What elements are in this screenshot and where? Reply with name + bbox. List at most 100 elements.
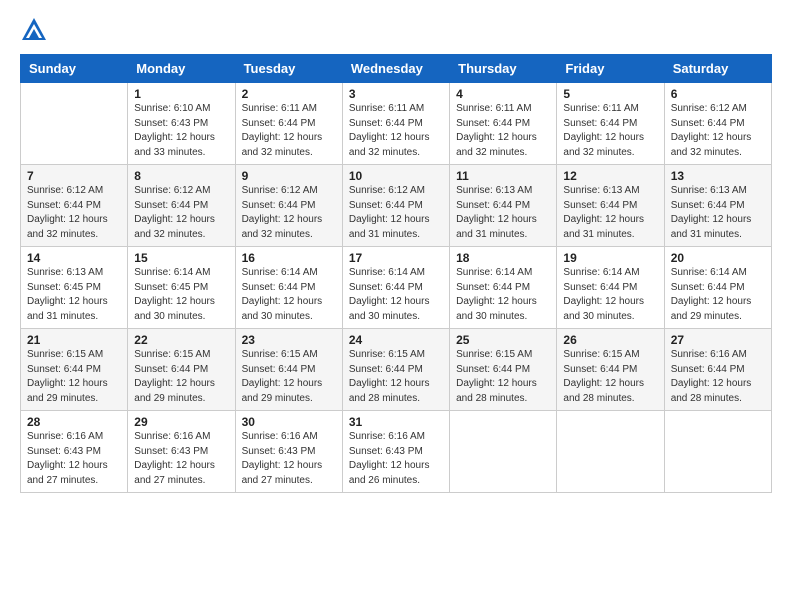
col-sunday: Sunday [21, 55, 128, 83]
calendar-cell: 21Sunrise: 6:15 AM Sunset: 6:44 PM Dayli… [21, 329, 128, 411]
calendar-cell [450, 411, 557, 493]
calendar-cell: 14Sunrise: 6:13 AM Sunset: 6:45 PM Dayli… [21, 247, 128, 329]
col-monday: Monday [128, 55, 235, 83]
calendar-cell: 28Sunrise: 6:16 AM Sunset: 6:43 PM Dayli… [21, 411, 128, 493]
day-number: 1 [134, 87, 228, 101]
day-number: 23 [242, 333, 336, 347]
day-info: Sunrise: 6:14 AM Sunset: 6:44 PM Dayligh… [242, 266, 336, 324]
calendar-cell: 9Sunrise: 6:12 AM Sunset: 6:44 PM Daylig… [235, 165, 342, 247]
day-info: Sunrise: 6:14 AM Sunset: 6:44 PM Dayligh… [671, 266, 765, 324]
day-info: Sunrise: 6:15 AM Sunset: 6:44 PM Dayligh… [242, 348, 336, 406]
calendar-cell: 1Sunrise: 6:10 AM Sunset: 6:43 PM Daylig… [128, 83, 235, 165]
calendar-cell: 17Sunrise: 6:14 AM Sunset: 6:44 PM Dayli… [342, 247, 449, 329]
day-number: 22 [134, 333, 228, 347]
page: Sunday Monday Tuesday Wednesday Thursday… [0, 0, 792, 612]
day-number: 19 [563, 251, 657, 265]
day-info: Sunrise: 6:15 AM Sunset: 6:44 PM Dayligh… [563, 348, 657, 406]
week-row-4: 21Sunrise: 6:15 AM Sunset: 6:44 PM Dayli… [21, 329, 772, 411]
day-number: 20 [671, 251, 765, 265]
col-wednesday: Wednesday [342, 55, 449, 83]
day-number: 10 [349, 169, 443, 183]
day-info: Sunrise: 6:12 AM Sunset: 6:44 PM Dayligh… [242, 184, 336, 242]
day-info: Sunrise: 6:14 AM Sunset: 6:44 PM Dayligh… [349, 266, 443, 324]
day-info: Sunrise: 6:11 AM Sunset: 6:44 PM Dayligh… [242, 102, 336, 160]
calendar-cell: 15Sunrise: 6:14 AM Sunset: 6:45 PM Dayli… [128, 247, 235, 329]
day-number: 11 [456, 169, 550, 183]
day-number: 30 [242, 415, 336, 429]
calendar-cell: 7Sunrise: 6:12 AM Sunset: 6:44 PM Daylig… [21, 165, 128, 247]
calendar-cell: 23Sunrise: 6:15 AM Sunset: 6:44 PM Dayli… [235, 329, 342, 411]
week-row-2: 7Sunrise: 6:12 AM Sunset: 6:44 PM Daylig… [21, 165, 772, 247]
day-info: Sunrise: 6:16 AM Sunset: 6:43 PM Dayligh… [27, 430, 121, 488]
day-info: Sunrise: 6:12 AM Sunset: 6:44 PM Dayligh… [349, 184, 443, 242]
calendar-cell: 3Sunrise: 6:11 AM Sunset: 6:44 PM Daylig… [342, 83, 449, 165]
calendar-cell: 22Sunrise: 6:15 AM Sunset: 6:44 PM Dayli… [128, 329, 235, 411]
day-info: Sunrise: 6:11 AM Sunset: 6:44 PM Dayligh… [563, 102, 657, 160]
day-info: Sunrise: 6:13 AM Sunset: 6:44 PM Dayligh… [671, 184, 765, 242]
day-number: 4 [456, 87, 550, 101]
calendar-cell: 8Sunrise: 6:12 AM Sunset: 6:44 PM Daylig… [128, 165, 235, 247]
day-info: Sunrise: 6:13 AM Sunset: 6:44 PM Dayligh… [456, 184, 550, 242]
week-row-5: 28Sunrise: 6:16 AM Sunset: 6:43 PM Dayli… [21, 411, 772, 493]
col-thursday: Thursday [450, 55, 557, 83]
day-number: 6 [671, 87, 765, 101]
calendar-cell: 13Sunrise: 6:13 AM Sunset: 6:44 PM Dayli… [664, 165, 771, 247]
day-number: 8 [134, 169, 228, 183]
calendar-cell: 31Sunrise: 6:16 AM Sunset: 6:43 PM Dayli… [342, 411, 449, 493]
calendar-cell: 5Sunrise: 6:11 AM Sunset: 6:44 PM Daylig… [557, 83, 664, 165]
calendar-cell: 6Sunrise: 6:12 AM Sunset: 6:44 PM Daylig… [664, 83, 771, 165]
week-row-3: 14Sunrise: 6:13 AM Sunset: 6:45 PM Dayli… [21, 247, 772, 329]
day-info: Sunrise: 6:15 AM Sunset: 6:44 PM Dayligh… [134, 348, 228, 406]
day-info: Sunrise: 6:13 AM Sunset: 6:45 PM Dayligh… [27, 266, 121, 324]
calendar-cell [21, 83, 128, 165]
day-number: 16 [242, 251, 336, 265]
day-info: Sunrise: 6:13 AM Sunset: 6:44 PM Dayligh… [563, 184, 657, 242]
day-number: 27 [671, 333, 765, 347]
header [20, 16, 772, 44]
day-info: Sunrise: 6:15 AM Sunset: 6:44 PM Dayligh… [349, 348, 443, 406]
day-number: 13 [671, 169, 765, 183]
day-info: Sunrise: 6:14 AM Sunset: 6:44 PM Dayligh… [456, 266, 550, 324]
day-number: 28 [27, 415, 121, 429]
day-number: 3 [349, 87, 443, 101]
day-info: Sunrise: 6:10 AM Sunset: 6:43 PM Dayligh… [134, 102, 228, 160]
day-number: 31 [349, 415, 443, 429]
day-number: 15 [134, 251, 228, 265]
day-info: Sunrise: 6:16 AM Sunset: 6:44 PM Dayligh… [671, 348, 765, 406]
day-number: 9 [242, 169, 336, 183]
day-info: Sunrise: 6:16 AM Sunset: 6:43 PM Dayligh… [134, 430, 228, 488]
calendar-cell: 4Sunrise: 6:11 AM Sunset: 6:44 PM Daylig… [450, 83, 557, 165]
day-number: 5 [563, 87, 657, 101]
day-info: Sunrise: 6:11 AM Sunset: 6:44 PM Dayligh… [456, 102, 550, 160]
logo-icon [20, 16, 48, 44]
day-number: 29 [134, 415, 228, 429]
day-number: 18 [456, 251, 550, 265]
calendar-cell: 25Sunrise: 6:15 AM Sunset: 6:44 PM Dayli… [450, 329, 557, 411]
col-friday: Friday [557, 55, 664, 83]
calendar-cell: 2Sunrise: 6:11 AM Sunset: 6:44 PM Daylig… [235, 83, 342, 165]
calendar-cell: 19Sunrise: 6:14 AM Sunset: 6:44 PM Dayli… [557, 247, 664, 329]
calendar-cell [664, 411, 771, 493]
col-tuesday: Tuesday [235, 55, 342, 83]
calendar-cell: 11Sunrise: 6:13 AM Sunset: 6:44 PM Dayli… [450, 165, 557, 247]
day-info: Sunrise: 6:16 AM Sunset: 6:43 PM Dayligh… [349, 430, 443, 488]
day-info: Sunrise: 6:12 AM Sunset: 6:44 PM Dayligh… [27, 184, 121, 242]
logo [20, 16, 52, 44]
day-number: 14 [27, 251, 121, 265]
calendar-cell [557, 411, 664, 493]
day-number: 24 [349, 333, 443, 347]
day-info: Sunrise: 6:11 AM Sunset: 6:44 PM Dayligh… [349, 102, 443, 160]
calendar-cell: 20Sunrise: 6:14 AM Sunset: 6:44 PM Dayli… [664, 247, 771, 329]
day-info: Sunrise: 6:15 AM Sunset: 6:44 PM Dayligh… [27, 348, 121, 406]
day-number: 12 [563, 169, 657, 183]
day-number: 7 [27, 169, 121, 183]
calendar-cell: 30Sunrise: 6:16 AM Sunset: 6:43 PM Dayli… [235, 411, 342, 493]
week-row-1: 1Sunrise: 6:10 AM Sunset: 6:43 PM Daylig… [21, 83, 772, 165]
day-number: 17 [349, 251, 443, 265]
calendar-cell: 18Sunrise: 6:14 AM Sunset: 6:44 PM Dayli… [450, 247, 557, 329]
day-info: Sunrise: 6:12 AM Sunset: 6:44 PM Dayligh… [134, 184, 228, 242]
calendar-table: Sunday Monday Tuesday Wednesday Thursday… [20, 54, 772, 493]
day-info: Sunrise: 6:16 AM Sunset: 6:43 PM Dayligh… [242, 430, 336, 488]
calendar-cell: 12Sunrise: 6:13 AM Sunset: 6:44 PM Dayli… [557, 165, 664, 247]
day-info: Sunrise: 6:14 AM Sunset: 6:45 PM Dayligh… [134, 266, 228, 324]
